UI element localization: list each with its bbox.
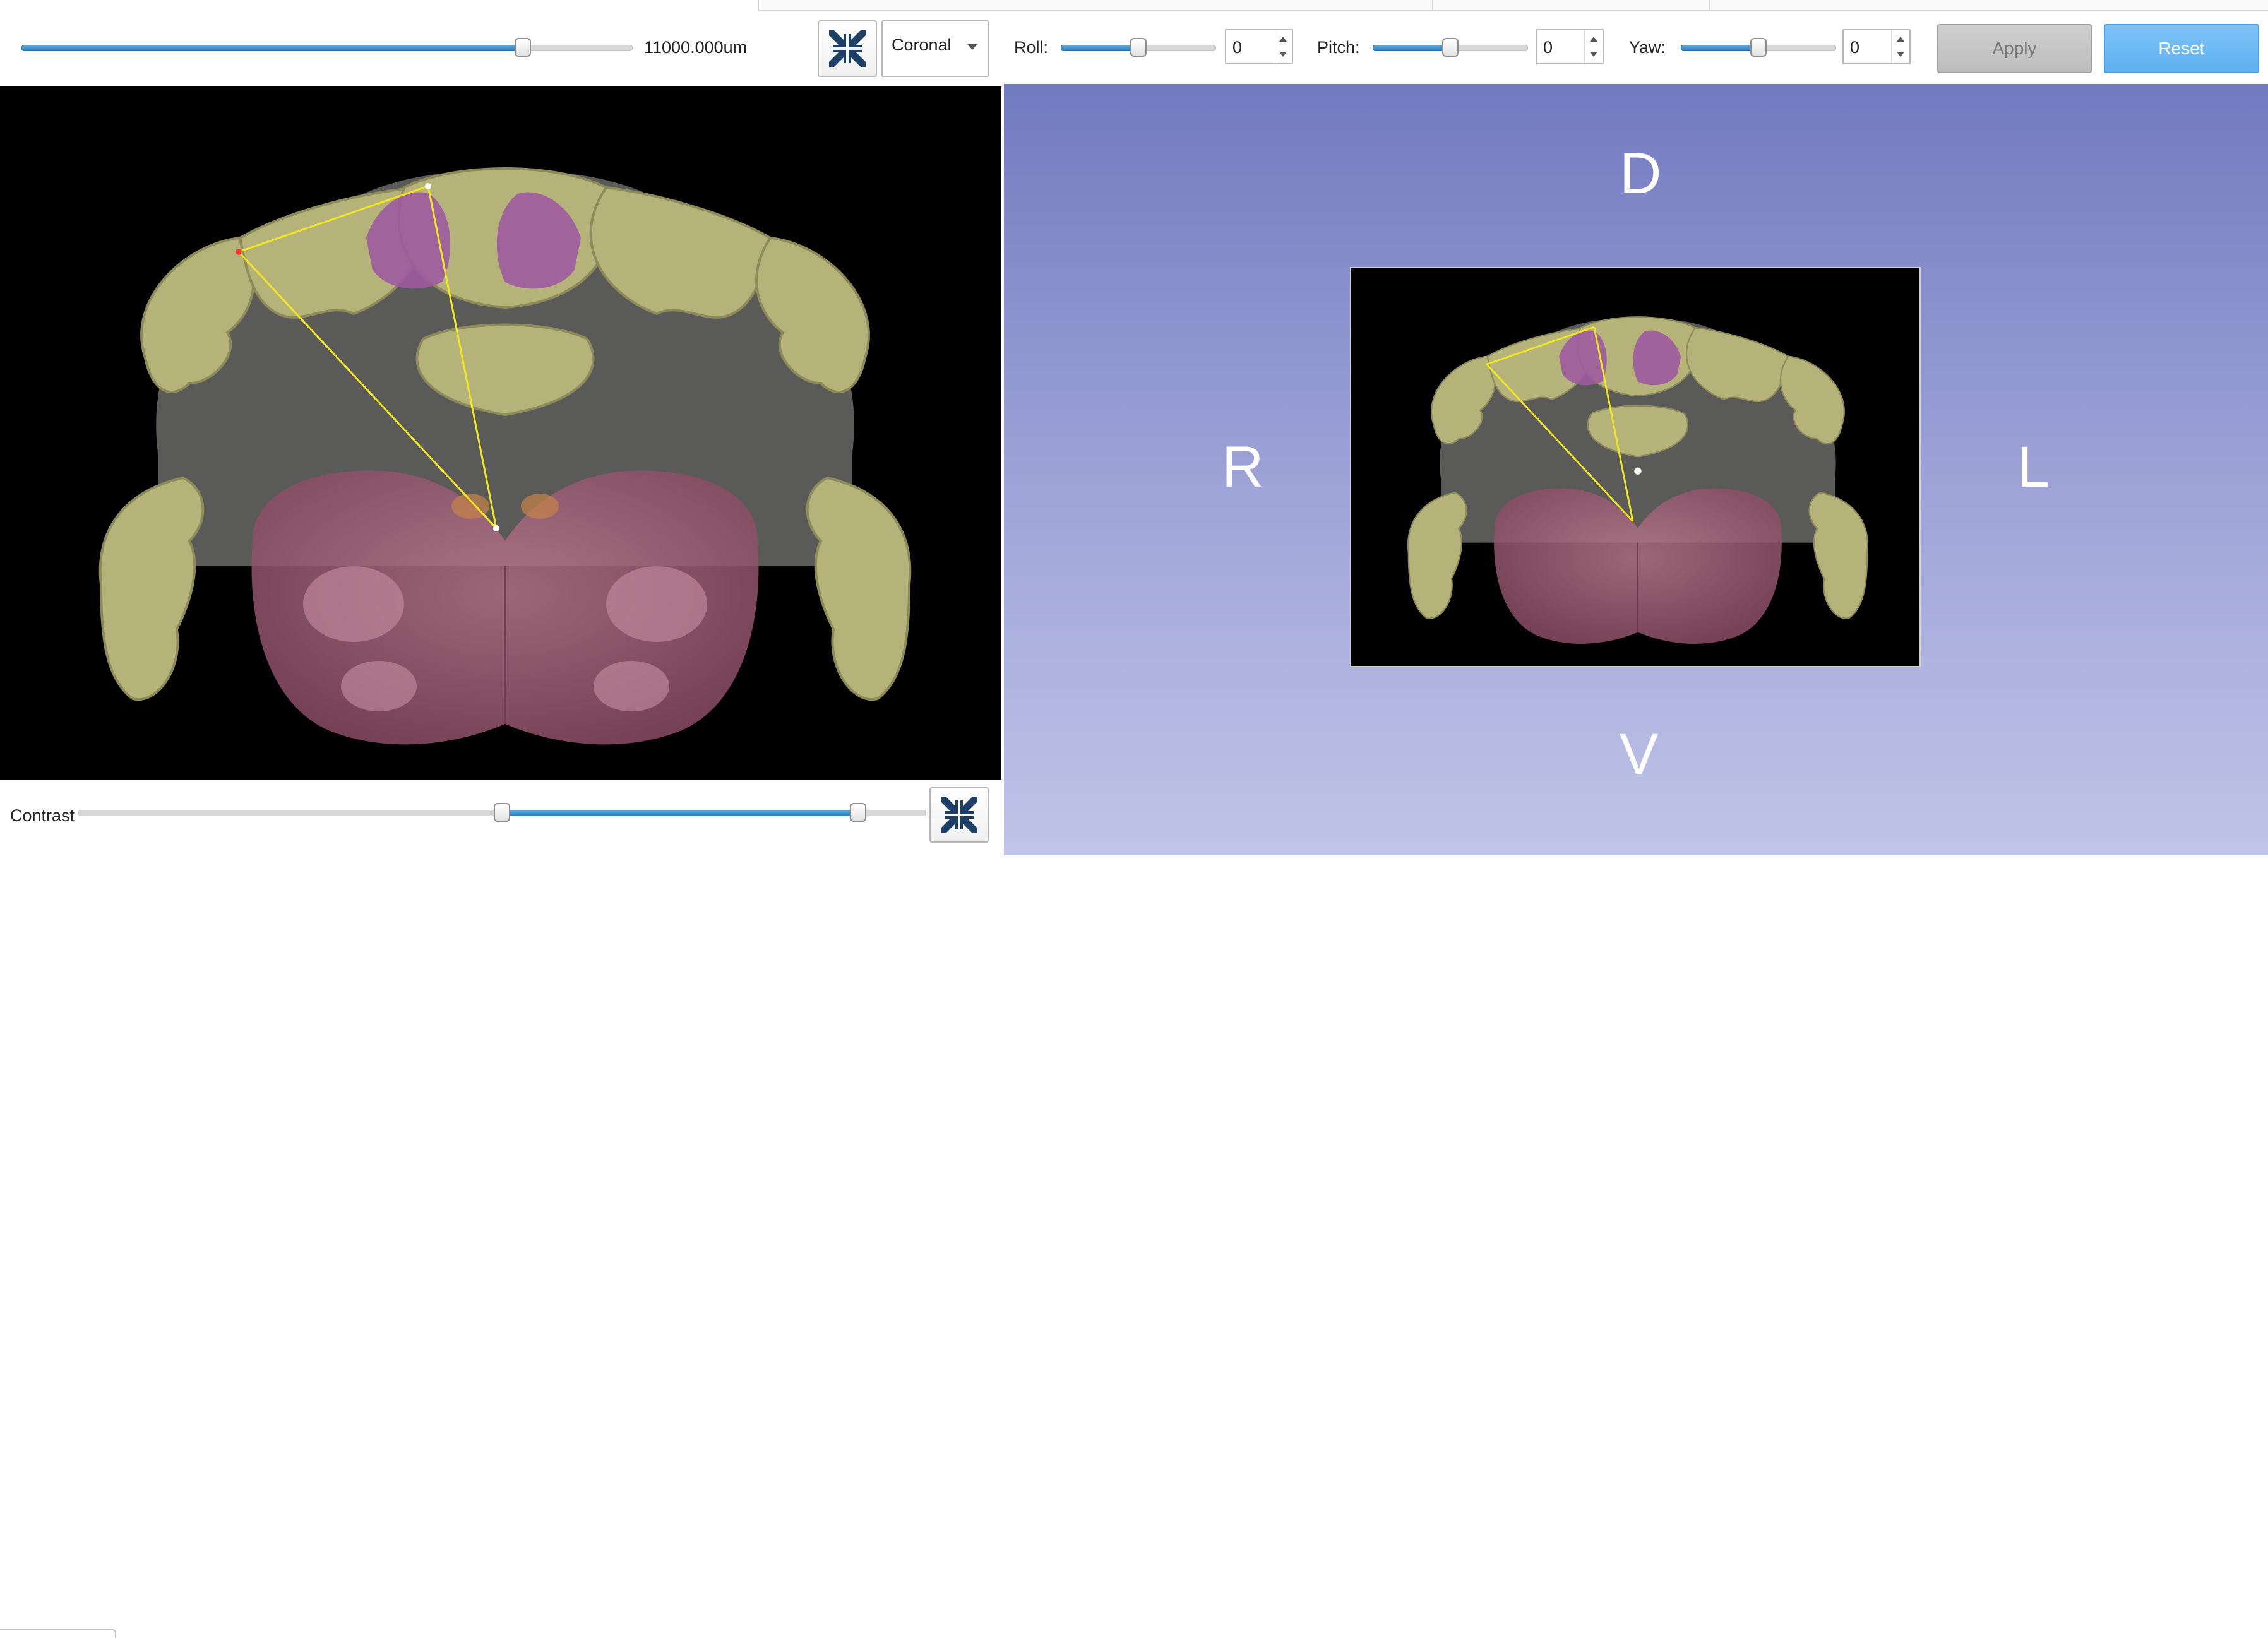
chevron-down-icon — [967, 44, 977, 50]
spin-up-icon[interactable] — [1590, 37, 1597, 42]
slice-position-value: 11000.000um — [644, 38, 748, 57]
brain-slice-image — [98, 167, 912, 745]
slice-position-fill — [21, 45, 524, 51]
spin-down-icon[interactable] — [1897, 52, 1904, 57]
contrast-range-fill — [502, 810, 859, 816]
contrast-range-slider[interactable] — [78, 800, 926, 826]
contrast-min-handle[interactable] — [494, 803, 510, 822]
fit-contrast-button[interactable] — [929, 787, 989, 843]
orientation-right-label: R — [1222, 435, 1264, 499]
yaw-value: 0 — [1850, 38, 1860, 57]
roll-fill — [1061, 45, 1140, 51]
brain-slice-3d-image — [1407, 316, 1868, 644]
spin-up-icon[interactable] — [1897, 37, 1904, 42]
top-frame-edge — [1709, 0, 2268, 11]
spin-up-icon[interactable] — [1279, 37, 1287, 42]
slice-position-slider[interactable] — [21, 35, 633, 61]
yaw-fill — [1681, 45, 1760, 51]
fit-view-button[interactable] — [818, 20, 877, 77]
top-frame-edge — [1432, 0, 1710, 11]
spin-down-icon[interactable] — [1279, 52, 1287, 57]
orientation-ventral-label: V — [1620, 722, 1659, 786]
collapse-arrows-icon — [941, 797, 977, 833]
reset-button[interactable]: Reset — [2104, 24, 2259, 73]
yaw-label: Yaw: — [1629, 38, 1666, 57]
apply-button[interactable]: Apply — [1937, 24, 2092, 73]
yaw-spinbox[interactable]: 0 — [1842, 29, 1911, 64]
3d-view[interactable]: D V R L — [1004, 84, 2268, 855]
roll-slider[interactable] — [1061, 35, 1216, 61]
roll-label: Roll: — [1014, 38, 1049, 57]
contrast-label: Contrast — [10, 806, 75, 825]
pitch-value: 0 — [1543, 38, 1553, 57]
roll-spinbox[interactable]: 0 — [1225, 29, 1293, 64]
pitch-fill — [1373, 45, 1452, 51]
slice-position-handle[interactable] — [514, 38, 531, 57]
pitch-slider[interactable] — [1373, 35, 1528, 61]
spin-down-icon[interactable] — [1590, 52, 1597, 57]
pitch-spinbox[interactable]: 0 — [1536, 29, 1604, 64]
collapse-arrows-icon — [829, 30, 866, 67]
contrast-bar: Contrast — [0, 780, 1004, 1638]
roll-value: 0 — [1232, 38, 1243, 57]
slice-viewer[interactable] — [0, 86, 1001, 780]
bottom-frame-edge — [0, 1629, 116, 1638]
contrast-max-handle[interactable] — [849, 803, 866, 822]
3d-slice-plane — [1350, 267, 1921, 667]
view-plane-selected: Coronal — [892, 35, 952, 54]
orientation-dorsal-label: D — [1620, 141, 1662, 206]
yaw-handle[interactable] — [1750, 38, 1767, 57]
yaw-slider[interactable] — [1681, 35, 1836, 61]
orientation-left-label: L — [2017, 435, 2050, 499]
pitch-handle[interactable] — [1442, 38, 1459, 57]
top-frame-edge — [758, 0, 1433, 11]
toolbar: 11000.000um Coronal Roll: 0 Pitch: 0 Yaw… — [0, 0, 2268, 85]
roll-handle[interactable] — [1130, 38, 1147, 57]
pitch-label: Pitch: — [1317, 38, 1360, 57]
view-plane-dropdown[interactable]: Coronal — [881, 20, 989, 77]
